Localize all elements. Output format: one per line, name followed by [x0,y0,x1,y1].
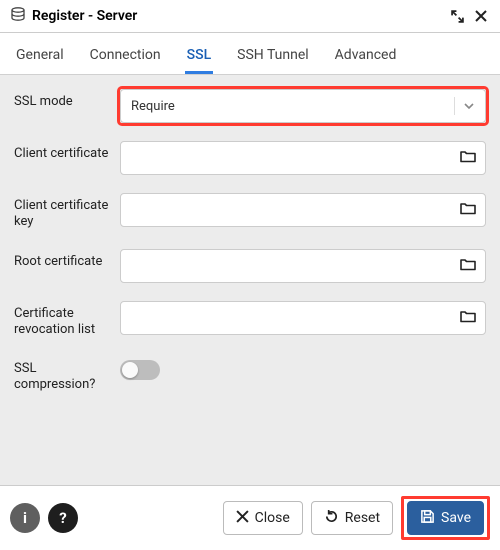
ssl-mode-value: Require [131,99,175,114]
tab-connection[interactable]: Connection [88,41,163,74]
ssl-panel: SSL mode Require Client certificate [0,75,500,485]
chevron-down-icon [454,97,475,115]
dialog-footer: i ? Close Reset Save [0,485,500,550]
help-button[interactable]: ? [48,503,78,533]
crl-label: Certificate revocation list [14,301,110,339]
save-button-highlight: Save [401,496,490,540]
root-cert-input[interactable] [120,249,486,283]
close-label: Close [255,510,290,526]
row-client-cert-key: Client certificate key [14,193,486,231]
titlebar: Register - Server [0,0,500,33]
expand-icon[interactable] [448,7,466,25]
close-icon[interactable] [472,7,490,25]
reset-icon [324,509,339,528]
client-cert-key-label: Client certificate key [14,193,110,231]
row-ssl-mode: SSL mode Require [14,89,486,123]
client-cert-input[interactable] [120,141,486,175]
ssl-mode-label: SSL mode [14,89,110,110]
row-root-cert: Root certificate [14,249,486,283]
save-icon [420,509,435,528]
x-icon [236,510,249,527]
server-icon [10,6,26,26]
client-cert-label: Client certificate [14,141,110,162]
ssl-mode-field-highlight: Require [120,89,486,123]
ssl-compression-label: SSL compression? [14,356,110,394]
save-button[interactable]: Save [407,501,484,535]
folder-icon[interactable] [459,147,477,169]
info-button[interactable]: i [10,503,40,533]
row-ssl-compression: SSL compression? [14,356,486,394]
reset-button[interactable]: Reset [311,501,393,535]
folder-icon[interactable] [459,255,477,277]
tab-advanced[interactable]: Advanced [333,41,399,74]
root-cert-label: Root certificate [14,249,110,270]
tabs: General Connection SSL SSH Tunnel Advanc… [0,33,500,75]
close-button[interactable]: Close [223,501,303,535]
info-icon: i [23,509,27,527]
folder-icon[interactable] [459,199,477,221]
tab-general[interactable]: General [14,41,66,74]
client-cert-key-input[interactable] [120,193,486,227]
ssl-compression-toggle[interactable] [120,360,160,380]
row-crl: Certificate revocation list [14,301,486,339]
tab-ssl[interactable]: SSL [185,41,214,74]
reset-label: Reset [345,510,380,526]
save-label: Save [441,510,471,526]
tab-ssh-tunnel[interactable]: SSH Tunnel [235,41,311,74]
toggle-knob [122,362,138,378]
register-server-dialog: Register - Server General Connection SSL… [0,0,500,550]
ssl-mode-select[interactable]: Require [120,89,486,123]
window-title: Register - Server [32,8,442,24]
folder-icon[interactable] [459,307,477,329]
crl-input[interactable] [120,301,486,335]
help-icon: ? [59,509,66,527]
row-client-cert: Client certificate [14,141,486,175]
